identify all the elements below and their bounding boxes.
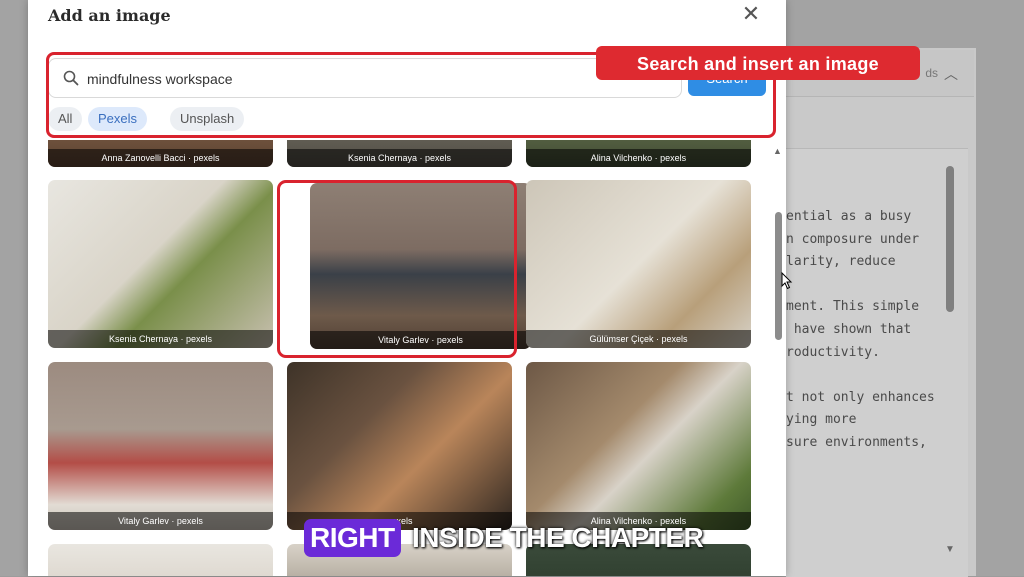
image-caption: Gülümser Çiçek · pexels: [526, 330, 751, 348]
annotation-callout: Search and insert an image: [596, 46, 920, 80]
background-code-line: sure environments,: [786, 435, 927, 450]
image-result[interactable]: Ksenia Chernaya · pexels: [48, 180, 273, 348]
background-code-line: roductivity.: [786, 344, 880, 360]
background-code-line: ential as a busy: [786, 209, 912, 224]
image-result[interactable]: Gülümser Çiçek · pexels: [526, 180, 751, 348]
image-caption: Anna Zanovelli Bacci · pexels: [48, 149, 273, 167]
modal-title: Add an image: [48, 6, 171, 25]
filter-chip-unsplash[interactable]: Unsplash: [170, 107, 245, 131]
background-code-line: n composure under: [786, 231, 920, 247]
image-caption: Vitaly Garlev · pexels: [48, 512, 273, 530]
image-result[interactable]: pexels: [287, 362, 512, 530]
background-scrollbar: [946, 166, 954, 312]
image-result[interactable]: Alina Vilchenko · pexels: [526, 362, 751, 530]
image-result[interactable]: [48, 544, 273, 576]
subtitle-text: INSIDE THE CHAPTER: [412, 522, 704, 553]
image-caption: Ksenia Chernaya · pexels: [48, 330, 273, 348]
image-result[interactable]: Anna Zanovelli Bacci · pexels: [48, 140, 273, 167]
search-input[interactable]: [85, 67, 669, 91]
image-result[interactable]: Vitaly Garlev · pexels: [48, 362, 273, 530]
background-code-line: have shown that: [786, 322, 912, 337]
background-code-line: t not only enhances: [786, 389, 935, 405]
image-caption: Vitaly Garlev · pexels: [310, 331, 531, 349]
search-icon: [63, 70, 79, 86]
image-result[interactable]: Ksenia Chernaya · pexels: [287, 140, 512, 167]
background-code-line: larity, reduce: [786, 254, 896, 270]
scroll-up-icon[interactable]: ▲: [773, 146, 782, 156]
filter-chip-pexels[interactable]: Pexels: [88, 107, 148, 131]
add-image-modal: Add an image ✕ Search All Pexels Unsplas…: [28, 0, 786, 576]
background-code-line: ment. This simple: [786, 299, 920, 315]
image-result-selected[interactable]: Vitaly Garlev · pexels: [310, 183, 531, 349]
scroll-down-icon: ▼: [945, 544, 955, 555]
image-results-grid: Anna Zanovelli Bacci · pexels Ksenia Che…: [48, 140, 772, 576]
background-code-area: ential as a busy n composure under larity,…: [786, 148, 968, 577]
close-icon[interactable]: ✕: [740, 2, 762, 26]
image-caption: Alina Vilchenko · pexels: [526, 149, 751, 167]
background-panel-label: ds: [925, 66, 938, 80]
subtitle-highlight-word: RIGHT: [304, 519, 401, 557]
image-result[interactable]: Alina Vilchenko · pexels: [526, 140, 751, 167]
filter-chip-all[interactable]: All: [48, 107, 83, 131]
chevron-up-icon: ︿: [944, 66, 958, 82]
mouse-cursor-icon: [781, 272, 793, 290]
background-code-line: ying more: [786, 412, 857, 428]
image-caption: Ksenia Chernaya · pexels: [287, 149, 512, 167]
search-field[interactable]: [48, 58, 682, 98]
